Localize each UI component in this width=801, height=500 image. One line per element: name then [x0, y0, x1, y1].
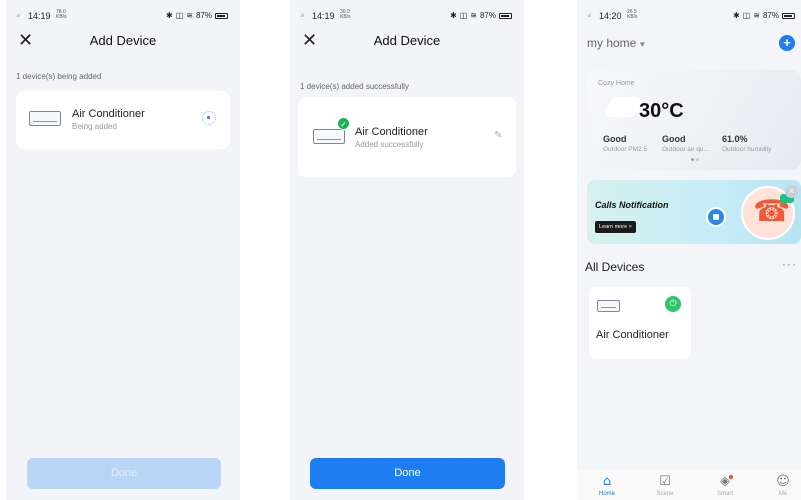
promo-banner[interactable]: Calls Notification Learn more > × [587, 180, 801, 244]
tab-home[interactable]: ⌂ Home [587, 474, 627, 498]
power-button-icon[interactable]: ⏻ [665, 296, 681, 312]
device-status: Added successfully [355, 140, 424, 149]
status-time: 14:19 [28, 11, 51, 21]
device-name: Air Conditioner [355, 126, 428, 138]
signal-icon: .ııl [587, 13, 591, 19]
network-speed: 26.5 KB/s [627, 9, 638, 20]
signal-icon: .ııl [16, 13, 20, 19]
add-device-screen-adding: .ııl 14:19 78.0 KB/s ✱ ◫ ≋ 87% ✕ Add Devi… [6, 0, 240, 500]
caret-down-icon: ▼ [638, 40, 647, 49]
edit-icon[interactable]: ✎ [494, 130, 502, 141]
status-bar: .ııl 14:20 26.5 KB/s ✱ ◫ ≋ 87% [577, 8, 801, 24]
home-screen: .ııl 14:20 26.5 KB/s ✱ ◫ ≋ 87% my home ▼ +… [577, 0, 801, 500]
carousel-dots [691, 158, 699, 161]
wifi-icon: ≋ [470, 11, 477, 20]
device-status: Being added [72, 122, 117, 131]
smart-icon: ◈ [720, 474, 730, 489]
loading-spinner-icon [202, 111, 216, 125]
nav-bar: ✕ Add Device [290, 30, 524, 52]
device-card: Air Conditioner Being added [16, 91, 230, 149]
pm25-value: Good [603, 134, 627, 144]
device-name: Air Conditioner [596, 329, 669, 341]
bluetooth-icon: ✱ [166, 11, 173, 20]
humidity-label: Outdoor humidity [722, 146, 772, 153]
add-device-button[interactable]: + [779, 35, 795, 51]
signal-icon: .ııl [300, 13, 304, 19]
wifi-icon: ≋ [186, 11, 193, 20]
cloud-icon [605, 104, 635, 117]
battery-icon [215, 12, 228, 19]
nav-bar: ✕ Add Device [6, 30, 240, 52]
weather-card[interactable]: Cozy Home 30°C Good Outdoor PM2.5 Good O… [587, 70, 801, 170]
air-quality-label: Outdoor air qu… [662, 146, 711, 153]
battery-percent: 87% [762, 11, 779, 20]
device-name: Air Conditioner [72, 108, 145, 120]
device-tile[interactable]: ⏻ Air Conditioner [589, 287, 691, 359]
air-conditioner-icon [597, 300, 620, 312]
vibrate-icon: ◫ [175, 11, 184, 20]
home-icon: ⌂ [602, 474, 612, 489]
vibrate-icon: ◫ [742, 11, 751, 20]
network-speed: 78.0 KB/s [56, 9, 67, 20]
home-label: Cozy Home [598, 80, 635, 87]
tab-scene[interactable]: ☑ Scene [645, 474, 685, 498]
page-title: Add Device [89, 33, 157, 48]
wifi-icon: ≋ [753, 11, 760, 20]
success-check-icon: ✓ [337, 117, 350, 130]
badge-icon [706, 207, 726, 227]
vibrate-icon: ◫ [459, 11, 468, 20]
battery-icon [499, 12, 512, 19]
tab-smart[interactable]: ◈ Smart [705, 475, 745, 497]
battery-percent: 87% [195, 11, 212, 20]
bottom-tab-bar: ⌂ Home ☑ Scene ◈ Smart ☺ Me [577, 470, 801, 500]
progress-hint: 1 device(s) being added [16, 72, 102, 81]
profile-icon: ☺ [776, 474, 790, 489]
humidity-value: 61.0% [722, 134, 748, 144]
status-time: 14:20 [599, 11, 622, 21]
air-quality-value: Good [662, 134, 686, 144]
battery-icon [782, 12, 795, 19]
page-title: Add Device [373, 33, 441, 48]
add-device-screen-added: .ııl 14:19 30.9 KB/s ✱ ◫ ≋ 87% ✕ Add Devi… [290, 0, 524, 500]
home-selector[interactable]: my home ▼ [587, 36, 646, 50]
all-devices-title: All Devices [585, 260, 645, 274]
bluetooth-icon: ✱ [450, 11, 457, 20]
bluetooth-icon: ✱ [733, 11, 740, 20]
tab-me[interactable]: ☺ Me [763, 474, 801, 498]
temperature: 30°C [639, 100, 684, 122]
battery-percent: 87% [479, 11, 496, 20]
close-banner-icon[interactable]: × [785, 185, 798, 198]
status-bar: .ııl 14:19 78.0 KB/s ✱ ◫ ≋ 87% [6, 8, 240, 24]
done-button[interactable]: Done [310, 458, 505, 489]
status-time: 14:19 [312, 11, 335, 21]
more-options-icon[interactable]: ··· [782, 257, 797, 271]
banner-title: Calls Notification [595, 200, 669, 210]
pm25-label: Outdoor PM2.5 [603, 146, 648, 153]
notification-dot [729, 475, 733, 479]
done-button[interactable]: Done [27, 458, 221, 489]
progress-hint: 1 device(s) added successfully [300, 82, 409, 91]
air-conditioner-icon [313, 129, 345, 144]
status-bar: .ııl 14:19 30.9 KB/s ✱ ◫ ≋ 87% [290, 8, 524, 24]
air-conditioner-icon [29, 111, 61, 126]
scene-icon: ☑ [659, 474, 671, 489]
network-speed: 30.9 KB/s [340, 9, 351, 20]
device-card: ✓ Air Conditioner Added successfully ✎ [298, 97, 516, 177]
learn-more-button[interactable]: Learn more > [595, 221, 636, 233]
